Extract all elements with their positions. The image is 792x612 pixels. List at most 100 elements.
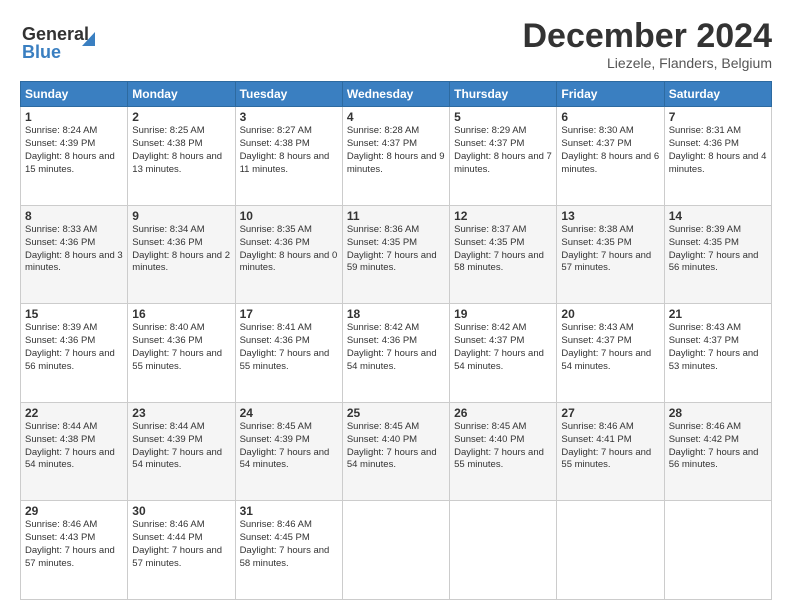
page: General Blue December 2024 Liezele, Flan…: [0, 0, 792, 612]
day-info: Sunrise: 8:40 AM Sunset: 4:36 PM Dayligh…: [132, 322, 230, 373]
col-tuesday: Tuesday: [235, 82, 342, 107]
day-number: 19: [454, 307, 552, 321]
sunset-text: Sunset: 4:37 PM: [454, 335, 524, 346]
sunset-text: Sunset: 4:36 PM: [25, 237, 95, 248]
sunrise-text: Sunrise: 8:46 AM: [25, 519, 97, 530]
day-number: 20: [561, 307, 659, 321]
table-row: 31 Sunrise: 8:46 AM Sunset: 4:45 PM Dayl…: [235, 501, 342, 600]
calendar-week-row: 29 Sunrise: 8:46 AM Sunset: 4:43 PM Dayl…: [21, 501, 772, 600]
calendar-week-row: 1 Sunrise: 8:24 AM Sunset: 4:39 PM Dayli…: [21, 107, 772, 206]
sunset-text: Sunset: 4:45 PM: [240, 532, 310, 543]
sunrise-text: Sunrise: 8:40 AM: [132, 322, 204, 333]
sunset-text: Sunset: 4:35 PM: [454, 237, 524, 248]
daylight-text: Daylight: 7 hours and 54 minutes.: [25, 447, 115, 471]
sunset-text: Sunset: 4:38 PM: [132, 138, 202, 149]
sunrise-text: Sunrise: 8:45 AM: [347, 421, 419, 432]
day-number: 31: [240, 504, 338, 518]
calendar-week-row: 8 Sunrise: 8:33 AM Sunset: 4:36 PM Dayli…: [21, 205, 772, 304]
sunrise-text: Sunrise: 8:28 AM: [347, 125, 419, 136]
day-number: 10: [240, 209, 338, 223]
day-info: Sunrise: 8:46 AM Sunset: 4:43 PM Dayligh…: [25, 519, 123, 570]
sunrise-text: Sunrise: 8:34 AM: [132, 224, 204, 235]
sunrise-text: Sunrise: 8:45 AM: [454, 421, 526, 432]
table-row: 1 Sunrise: 8:24 AM Sunset: 4:39 PM Dayli…: [21, 107, 128, 206]
daylight-text: Daylight: 7 hours and 57 minutes.: [25, 545, 115, 569]
daylight-text: Daylight: 7 hours and 55 minutes.: [454, 447, 544, 471]
day-number: 8: [25, 209, 123, 223]
table-row: 28 Sunrise: 8:46 AM Sunset: 4:42 PM Dayl…: [664, 402, 771, 501]
sunrise-text: Sunrise: 8:42 AM: [347, 322, 419, 333]
sunrise-text: Sunrise: 8:38 AM: [561, 224, 633, 235]
sunset-text: Sunset: 4:36 PM: [240, 335, 310, 346]
day-number: 4: [347, 110, 445, 124]
daylight-text: Daylight: 8 hours and 11 minutes.: [240, 151, 330, 175]
day-info: Sunrise: 8:25 AM Sunset: 4:38 PM Dayligh…: [132, 125, 230, 176]
day-number: 23: [132, 406, 230, 420]
col-sunday: Sunday: [21, 82, 128, 107]
day-info: Sunrise: 8:31 AM Sunset: 4:36 PM Dayligh…: [669, 125, 767, 176]
daylight-text: Daylight: 7 hours and 54 minutes.: [132, 447, 222, 471]
day-number: 9: [132, 209, 230, 223]
daylight-text: Daylight: 7 hours and 56 minutes.: [669, 447, 759, 471]
table-row: [664, 501, 771, 600]
daylight-text: Daylight: 7 hours and 54 minutes.: [347, 348, 437, 372]
table-row: 18 Sunrise: 8:42 AM Sunset: 4:36 PM Dayl…: [342, 304, 449, 403]
table-row: 9 Sunrise: 8:34 AM Sunset: 4:36 PM Dayli…: [128, 205, 235, 304]
sunrise-text: Sunrise: 8:46 AM: [561, 421, 633, 432]
table-row: 6 Sunrise: 8:30 AM Sunset: 4:37 PM Dayli…: [557, 107, 664, 206]
sunset-text: Sunset: 4:36 PM: [669, 138, 739, 149]
table-row: 26 Sunrise: 8:45 AM Sunset: 4:40 PM Dayl…: [450, 402, 557, 501]
sunrise-text: Sunrise: 8:44 AM: [25, 421, 97, 432]
daylight-text: Daylight: 7 hours and 54 minutes.: [240, 447, 330, 471]
day-info: Sunrise: 8:28 AM Sunset: 4:37 PM Dayligh…: [347, 125, 445, 176]
sunset-text: Sunset: 4:40 PM: [454, 434, 524, 445]
table-row: 5 Sunrise: 8:29 AM Sunset: 4:37 PM Dayli…: [450, 107, 557, 206]
day-number: 1: [25, 110, 123, 124]
daylight-text: Daylight: 8 hours and 15 minutes.: [25, 151, 115, 175]
sunset-text: Sunset: 4:36 PM: [240, 237, 310, 248]
sunrise-text: Sunrise: 8:36 AM: [347, 224, 419, 235]
sunset-text: Sunset: 4:37 PM: [347, 138, 417, 149]
sunrise-text: Sunrise: 8:37 AM: [454, 224, 526, 235]
day-info: Sunrise: 8:36 AM Sunset: 4:35 PM Dayligh…: [347, 224, 445, 275]
daylight-text: Daylight: 8 hours and 3 minutes.: [25, 250, 123, 274]
sunset-text: Sunset: 4:39 PM: [25, 138, 95, 149]
day-info: Sunrise: 8:46 AM Sunset: 4:41 PM Dayligh…: [561, 421, 659, 472]
day-number: 3: [240, 110, 338, 124]
day-info: Sunrise: 8:33 AM Sunset: 4:36 PM Dayligh…: [25, 224, 123, 275]
day-info: Sunrise: 8:43 AM Sunset: 4:37 PM Dayligh…: [669, 322, 767, 373]
day-info: Sunrise: 8:45 AM Sunset: 4:40 PM Dayligh…: [347, 421, 445, 472]
day-info: Sunrise: 8:39 AM Sunset: 4:35 PM Dayligh…: [669, 224, 767, 275]
table-row: 12 Sunrise: 8:37 AM Sunset: 4:35 PM Dayl…: [450, 205, 557, 304]
sunset-text: Sunset: 4:36 PM: [25, 335, 95, 346]
daylight-text: Daylight: 7 hours and 55 minutes.: [240, 348, 330, 372]
day-number: 24: [240, 406, 338, 420]
day-number: 25: [347, 406, 445, 420]
sunrise-text: Sunrise: 8:43 AM: [669, 322, 741, 333]
daylight-text: Daylight: 7 hours and 54 minutes.: [561, 348, 651, 372]
table-row: 3 Sunrise: 8:27 AM Sunset: 4:38 PM Dayli…: [235, 107, 342, 206]
sunset-text: Sunset: 4:36 PM: [132, 237, 202, 248]
table-row: 25 Sunrise: 8:45 AM Sunset: 4:40 PM Dayl…: [342, 402, 449, 501]
day-info: Sunrise: 8:37 AM Sunset: 4:35 PM Dayligh…: [454, 224, 552, 275]
sunrise-text: Sunrise: 8:35 AM: [240, 224, 312, 235]
sunrise-text: Sunrise: 8:39 AM: [669, 224, 741, 235]
daylight-text: Daylight: 7 hours and 59 minutes.: [347, 250, 437, 274]
sunset-text: Sunset: 4:42 PM: [669, 434, 739, 445]
day-number: 27: [561, 406, 659, 420]
table-row: 20 Sunrise: 8:43 AM Sunset: 4:37 PM Dayl…: [557, 304, 664, 403]
day-info: Sunrise: 8:39 AM Sunset: 4:36 PM Dayligh…: [25, 322, 123, 373]
day-number: 30: [132, 504, 230, 518]
day-info: Sunrise: 8:46 AM Sunset: 4:44 PM Dayligh…: [132, 519, 230, 570]
daylight-text: Daylight: 8 hours and 4 minutes.: [669, 151, 767, 175]
daylight-text: Daylight: 7 hours and 57 minutes.: [561, 250, 651, 274]
svg-text:General: General: [22, 24, 89, 44]
daylight-text: Daylight: 7 hours and 56 minutes.: [25, 348, 115, 372]
sunset-text: Sunset: 4:36 PM: [347, 335, 417, 346]
sunrise-text: Sunrise: 8:42 AM: [454, 322, 526, 333]
sunrise-text: Sunrise: 8:45 AM: [240, 421, 312, 432]
sunset-text: Sunset: 4:41 PM: [561, 434, 631, 445]
table-row: 19 Sunrise: 8:42 AM Sunset: 4:37 PM Dayl…: [450, 304, 557, 403]
table-row: [342, 501, 449, 600]
sunrise-text: Sunrise: 8:33 AM: [25, 224, 97, 235]
